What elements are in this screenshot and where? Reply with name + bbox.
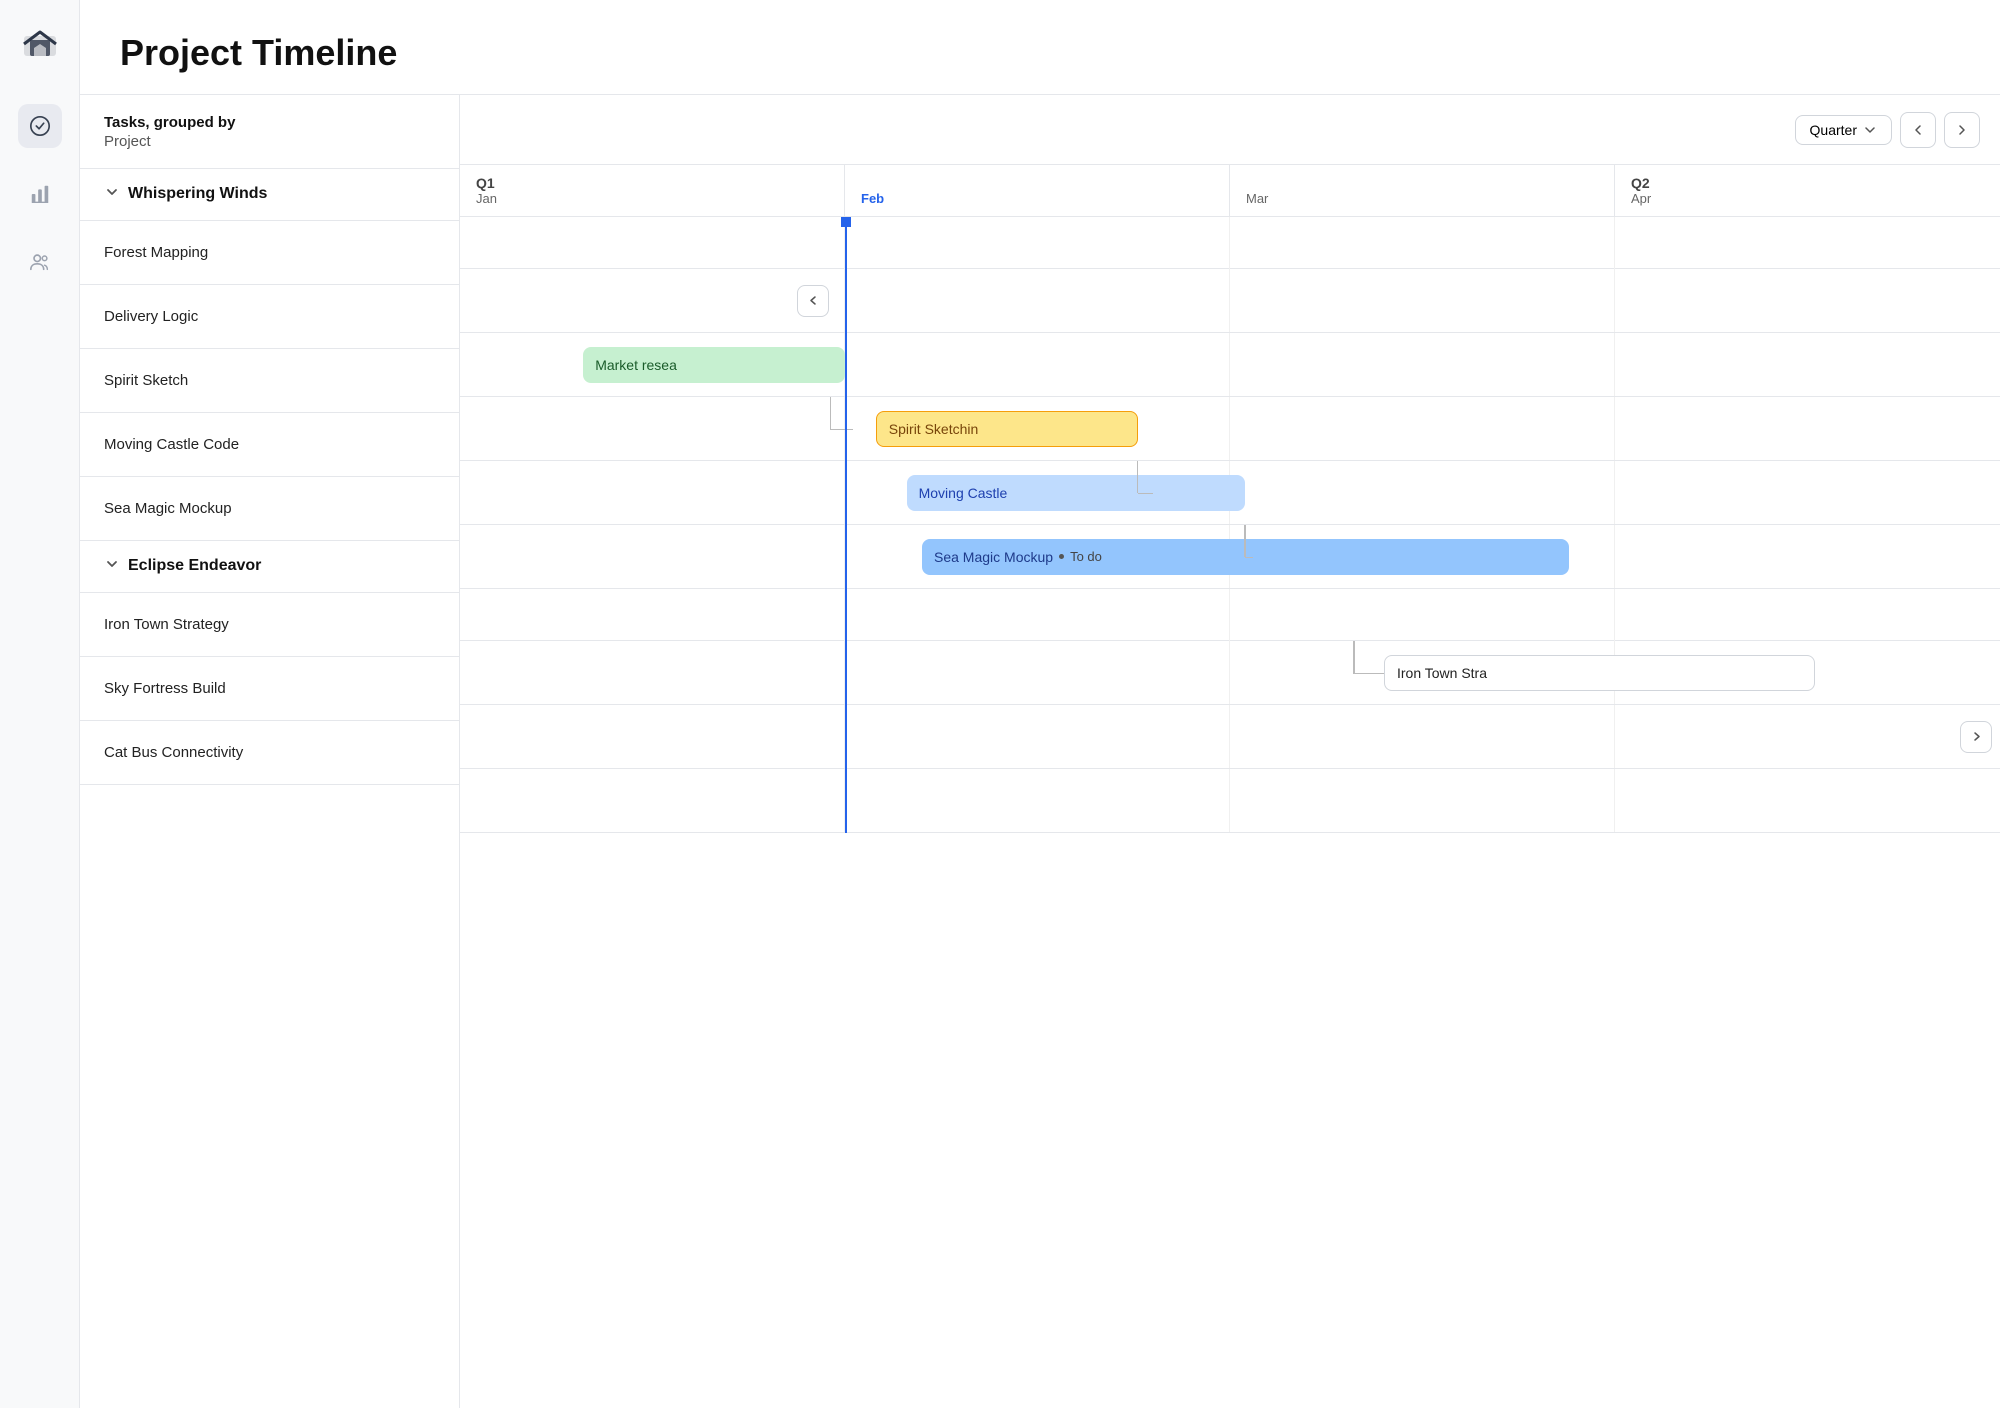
group-label-whispering-winds: Whispering Winds (128, 185, 267, 203)
task-row-iron-town-strategy: Iron Town Strategy (80, 593, 459, 657)
apr-label: Apr (1631, 191, 1984, 206)
task-name-spirit-sketch: Spirit Sketch (104, 372, 188, 389)
task-name-iron-town-strategy: Iron Town Strategy (104, 616, 229, 633)
task-row-cat-bus-connectivity: Cat Bus Connectivity (80, 721, 459, 785)
sidebar-item-users[interactable] (18, 240, 62, 284)
next-nav-button[interactable] (1944, 112, 1980, 148)
gantt-row-delivery-logic: Market resea (460, 333, 2000, 397)
quarter-label: Quarter (1810, 122, 1857, 138)
task-name-sky-fortress-build: Sky Fortress Build (104, 680, 226, 697)
sidebar-navigation (18, 104, 62, 284)
col-header-jan: Q1 Jan (460, 165, 845, 216)
sidebar-item-analytics[interactable] (18, 172, 62, 216)
gantt-group-eclipse-endeavor (460, 589, 2000, 641)
bar-label-sea-magic-mockup: Sea Magic Mockup (934, 549, 1053, 565)
task-row-delivery-logic: Delivery Logic (80, 285, 459, 349)
gantt-row-sea-magic-mockup: Sea Magic Mockup To do (460, 525, 2000, 589)
gantt-controls: Quarter (460, 95, 2000, 165)
gantt-row-sky-fortress-build (460, 705, 2000, 769)
gantt-body: Market resea Spirit Sketchin (460, 217, 2000, 1408)
chevron-down-icon-selector (1863, 123, 1877, 137)
today-line (845, 217, 847, 833)
quarter-selector[interactable]: Quarter (1795, 115, 1892, 145)
dep-arrow-2b (1138, 493, 1153, 495)
task-row-sky-fortress-build: Sky Fortress Build (80, 657, 459, 721)
bar-label-iron-town-strategy: Iron Town Stra (1397, 665, 1487, 681)
dep-arrow-3b (1245, 557, 1253, 559)
bar-label-market-resea: Market resea (595, 357, 677, 373)
main-content: Project Timeline Tasks, grouped by Proje… (80, 0, 2000, 1408)
tasks-list: Whispering Winds Forest Mapping Delivery… (80, 169, 459, 1408)
task-row-forest-mapping: Forest Mapping (80, 221, 459, 285)
status-dot (1059, 554, 1064, 559)
left-header: Tasks, grouped by Project (80, 95, 459, 169)
group-label-eclipse-endeavor: Eclipse Endeavor (128, 557, 261, 575)
bar-label-moving-castle: Moving Castle (919, 485, 1008, 501)
col-header-feb: · Feb (845, 165, 1230, 216)
group-header-whispering-winds[interactable]: Whispering Winds (80, 169, 459, 221)
left-header-line2: Project (104, 133, 235, 150)
task-row-sea-magic-mockup: Sea Magic Mockup (80, 477, 459, 541)
gantt-row-spirit-sketch: Spirit Sketchin (460, 397, 2000, 461)
task-name-sea-magic-mockup: Sea Magic Mockup (104, 500, 232, 517)
page-title: Project Timeline (120, 32, 1960, 74)
dep-arrow-1b (830, 429, 853, 431)
gantt-content-area: Market resea Spirit Sketchin (460, 217, 2000, 833)
task-name-delivery-logic: Delivery Logic (104, 308, 198, 325)
sidebar (0, 0, 80, 1408)
right-expand-button[interactable] (1960, 721, 1992, 753)
chevron-right-icon-expand (1970, 730, 1983, 743)
task-name-cat-bus-connectivity: Cat Bus Connectivity (104, 744, 243, 761)
jan-label: Jan (476, 191, 828, 206)
col-header-mar: · Mar (1230, 165, 1615, 216)
prev-nav-button[interactable] (1900, 112, 1936, 148)
timeline-container: Tasks, grouped by Project Whispering Win… (80, 95, 2000, 1408)
back-button[interactable] (797, 285, 829, 317)
chevron-down-icon-2 (104, 556, 120, 577)
gantt-row-forest-mapping (460, 269, 2000, 333)
chevron-left-icon-back (807, 294, 820, 307)
left-panel: Tasks, grouped by Project Whispering Win… (80, 95, 460, 1408)
left-header-line1: Tasks, grouped by (104, 113, 235, 133)
page-header: Project Timeline (80, 0, 2000, 95)
gantt-group-whispering-winds (460, 217, 2000, 269)
dep-arrow-3 (1244, 525, 1246, 557)
chevron-down-icon (104, 184, 120, 205)
bar-iron-town-strategy[interactable]: Iron Town Stra (1384, 655, 1815, 691)
gantt-row-iron-town-strategy: Iron Town Stra (460, 641, 2000, 705)
gantt-row-cat-bus-connectivity (460, 769, 2000, 833)
feb-quarter-label: · (861, 175, 1213, 191)
q2-label: Q2 (1631, 175, 1984, 191)
timeline-column-headers: Q1 Jan · Feb · Mar Q2 Apr (460, 165, 2000, 217)
right-panel: Quarter Q (460, 95, 2000, 1408)
sidebar-item-tasks[interactable] (18, 104, 62, 148)
dep-arrow-iron (1353, 641, 1355, 673)
group-header-eclipse-endeavor[interactable]: Eclipse Endeavor (80, 541, 459, 593)
q1-label: Q1 (476, 175, 828, 191)
bar-label-spirit-sketch: Spirit Sketchin (889, 421, 978, 437)
feb-label: Feb (861, 191, 1213, 206)
task-row-moving-castle-code: Moving Castle Code (80, 413, 459, 477)
today-dot (841, 217, 851, 227)
task-row-spirit-sketch: Spirit Sketch (80, 349, 459, 413)
dep-arrow-2 (1137, 461, 1139, 493)
bar-market-resea[interactable]: Market resea (583, 347, 845, 383)
task-name-forest-mapping: Forest Mapping (104, 244, 208, 261)
mar-label: Mar (1246, 191, 1598, 206)
todo-badge: To do (1070, 549, 1102, 564)
bar-moving-castle[interactable]: Moving Castle (907, 475, 1246, 511)
app-logo (18, 20, 62, 64)
bar-spirit-sketching[interactable]: Spirit Sketchin (876, 411, 1138, 447)
dep-arrow-1 (830, 397, 832, 429)
dep-arrow-iron-h (1353, 673, 1384, 675)
chevron-right-icon (1955, 123, 1969, 137)
chevron-left-icon (1911, 123, 1925, 137)
gantt-row-moving-castle-code: Moving Castle (460, 461, 2000, 525)
mar-quarter-label: · (1246, 175, 1598, 191)
col-header-apr: Q2 Apr (1615, 165, 2000, 216)
task-name-moving-castle-code: Moving Castle Code (104, 436, 239, 453)
